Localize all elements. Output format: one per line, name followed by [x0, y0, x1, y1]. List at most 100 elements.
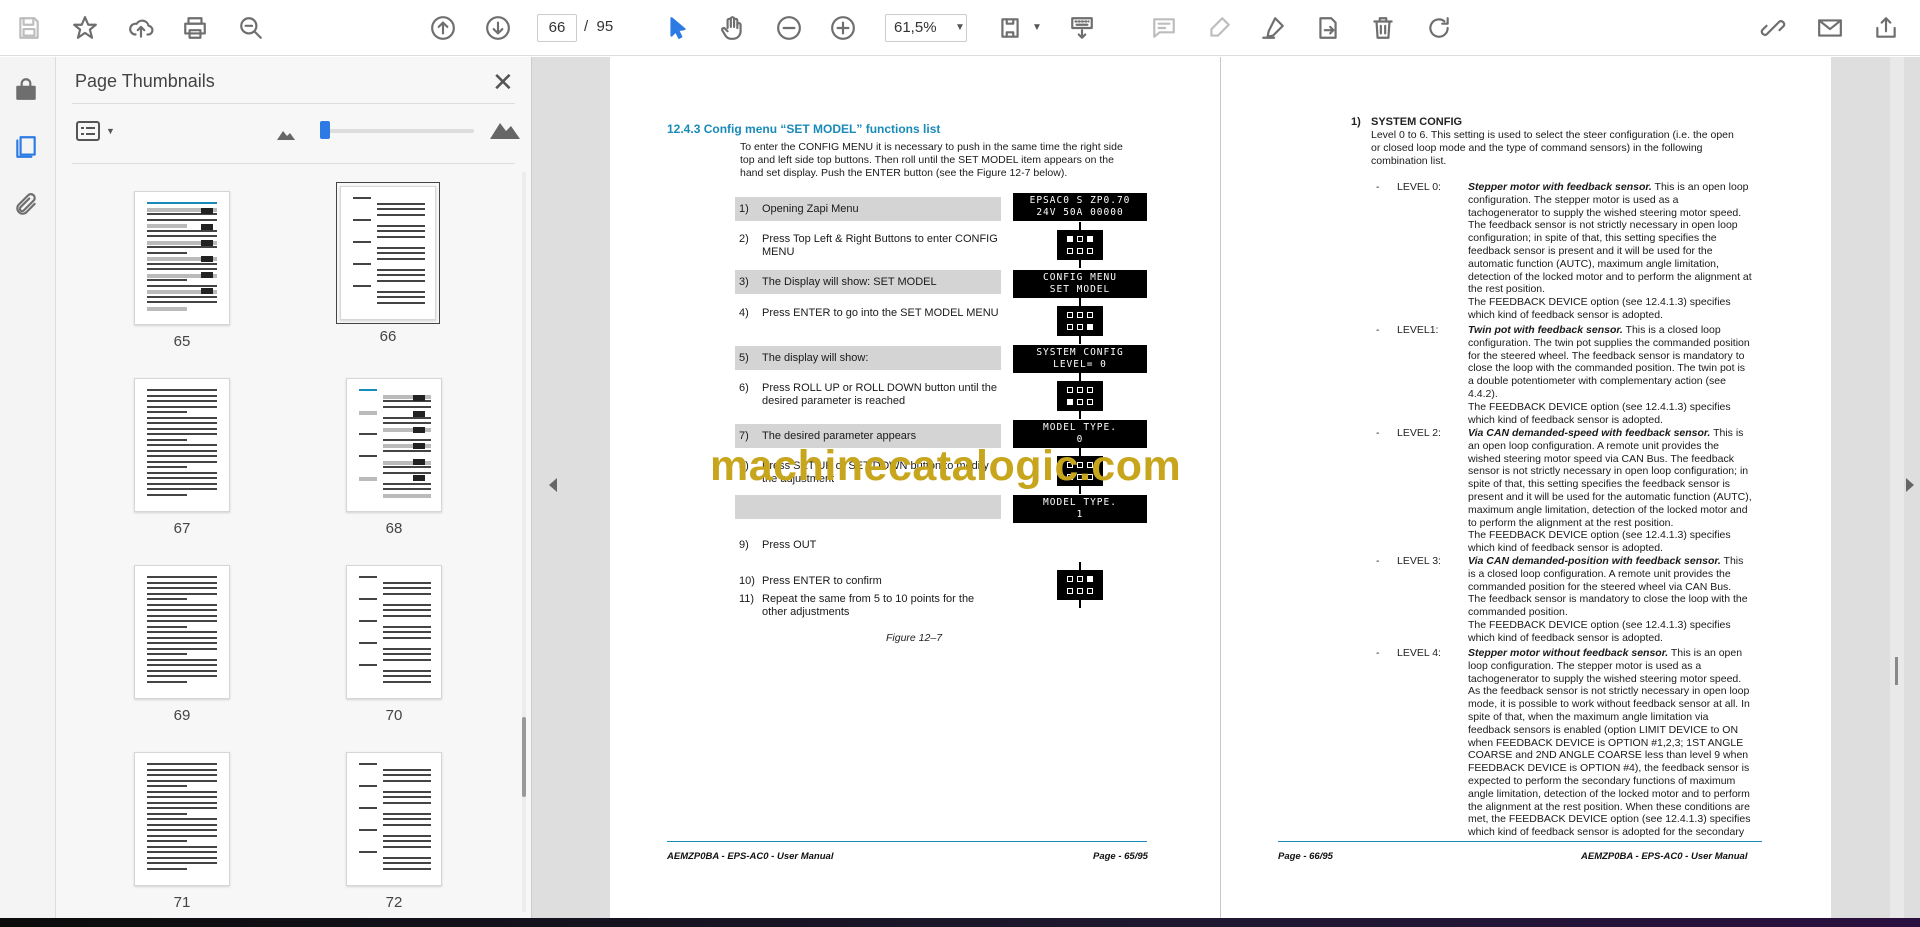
- thumbnail-line: [377, 213, 425, 216]
- lcd-line-2: SET MODEL: [1049, 284, 1111, 295]
- thumbnail-line: [147, 433, 217, 435]
- footer-right-right: AEMZP0BA - EPS-AC0 - User Manual: [1581, 851, 1748, 862]
- lcd-line-1: MODEL TYPE.: [1043, 422, 1117, 433]
- prev-page-arrow-icon[interactable]: [549, 478, 557, 492]
- level-line: mode, it is possible to work without fee…: [1468, 698, 1750, 711]
- thumbnail-options-menu[interactable]: ▼: [76, 119, 120, 143]
- level-line: configuration. The twin pot supplies the…: [1468, 336, 1750, 349]
- intro-line: top and left side top buttons. Then roll…: [740, 153, 1114, 166]
- thumbnail-line: [377, 257, 425, 260]
- panel-scrollbar[interactable]: [522, 172, 526, 912]
- thumbnail-line: [147, 279, 187, 281]
- fit-page-icon[interactable]: [995, 14, 1025, 42]
- share-link-icon[interactable]: [1758, 14, 1788, 42]
- upload-cloud-icon[interactable]: [126, 14, 156, 42]
- thumbnail-page[interactable]: [134, 752, 230, 886]
- print-icon[interactable]: [180, 14, 210, 42]
- thumbnail-page[interactable]: [134, 191, 230, 325]
- level-line: when FEEDBACK DEVICE is OPTION #1,2,3; 1…: [1468, 736, 1744, 749]
- page-up-icon[interactable]: [428, 14, 458, 42]
- section-number: 1): [1351, 116, 1361, 128]
- step-row: 9) Press OUT: [735, 539, 1001, 552]
- sign-pen-icon[interactable]: [1258, 14, 1288, 42]
- section-intro-line: or closed loop mode and the type of comm…: [1371, 141, 1703, 154]
- mail-icon[interactable]: [1815, 14, 1845, 42]
- level-title: Stepper motor without feedback sensor.: [1468, 647, 1669, 659]
- step-number: 6): [739, 382, 749, 394]
- thumbnail-size-slider[interactable]: [320, 121, 474, 139]
- zoom-out-icon[interactable]: [774, 14, 804, 42]
- level-line: which kind of feedback sensor is adopted…: [1468, 826, 1745, 839]
- document-scrollbar[interactable]: [1890, 57, 1904, 918]
- lcd-line-1: MODEL TYPE.: [1043, 497, 1117, 508]
- lock-icon[interactable]: [11, 75, 41, 103]
- document-scrollbar-thumb[interactable]: [1895, 657, 1898, 685]
- attachment-paperclip-icon[interactable]: [11, 191, 41, 219]
- page-thumbnails-icon[interactable]: [11, 133, 41, 161]
- thumb-size-large-icon[interactable]: [490, 119, 520, 144]
- thumbnail-line: [147, 834, 217, 837]
- thumbnail-line: [383, 471, 431, 474]
- save-icon[interactable]: [14, 14, 44, 42]
- level-label: - LEVEL 4:: [1376, 647, 1441, 659]
- keypad-diagram: [1057, 381, 1103, 411]
- section-intro: Level 0 to 6. This setting is used to se…: [1371, 129, 1781, 167]
- thumbnail-line: [147, 592, 217, 595]
- step-number: 5): [739, 352, 749, 364]
- thumbnail-page[interactable]: [134, 565, 230, 699]
- lcd-line-2: 24V 50A 00000: [1036, 207, 1124, 218]
- page-down-icon[interactable]: [483, 14, 513, 42]
- highlight-pen-icon[interactable]: [1204, 14, 1234, 42]
- delete-trash-icon[interactable]: [1368, 14, 1398, 42]
- thumbnail-line: [383, 587, 431, 589]
- thumbnail-page[interactable]: [346, 378, 442, 512]
- keypad-button: [1087, 236, 1093, 242]
- thumbnail-line: [383, 669, 431, 672]
- thumb-size-small-icon[interactable]: [277, 127, 295, 145]
- rotate-redo-icon[interactable]: [1424, 14, 1454, 42]
- next-page-arrow-icon[interactable]: [1906, 478, 1914, 492]
- level-title: Twin pot with feedback sensor.: [1468, 324, 1623, 336]
- slider-handle[interactable]: [320, 121, 330, 139]
- thumbnail-line: [377, 274, 425, 276]
- share-export-icon[interactable]: [1871, 14, 1901, 42]
- hand-tool-icon[interactable]: [718, 14, 748, 42]
- thumbnail-line: [383, 614, 431, 617]
- select-cursor-icon[interactable]: [663, 14, 693, 42]
- level-line: This is: [1710, 427, 1744, 439]
- keypad-button: [1077, 399, 1083, 405]
- level-line: The feedback sensor is mandatory to clos…: [1468, 593, 1748, 606]
- level-line: COARSE and 2ND ANGLE COARSE less than le…: [1468, 749, 1749, 762]
- fit-chevron-down-icon[interactable]: ▼: [1032, 22, 1042, 33]
- thumbnail-page[interactable]: [346, 565, 442, 699]
- comment-icon[interactable]: [1149, 14, 1179, 42]
- close-panel-icon[interactable]: ✕: [492, 67, 514, 98]
- zoom-search-icon[interactable]: [236, 14, 266, 42]
- thumbnail-label: 70: [385, 707, 403, 724]
- thumbnail-line: [383, 834, 431, 837]
- bookmark-star-icon[interactable]: [70, 14, 100, 42]
- thumbnail-page[interactable]: [346, 752, 442, 886]
- thumbnail-line: [359, 664, 377, 666]
- thumbnail-line: [147, 202, 217, 204]
- keypad-button: [1067, 588, 1073, 594]
- level-description: Stepper motor with feedback sensor. This…: [1468, 181, 1774, 322]
- thumbnail-line: [377, 235, 425, 238]
- keypad-diagram: [1057, 570, 1103, 600]
- zoom-chevron-down-icon[interactable]: ▼: [955, 22, 965, 33]
- thumbnail-line: [383, 796, 431, 798]
- thumbnail-line: [383, 449, 431, 452]
- thumbnail-label: 71: [173, 894, 191, 911]
- keyboard-scroll-icon[interactable]: [1067, 14, 1097, 42]
- thumbnail-line: [377, 301, 425, 304]
- panel-scrollbar-thumb[interactable]: [522, 717, 526, 797]
- zoom-in-icon[interactable]: [828, 14, 858, 42]
- thumbnail-page[interactable]: [134, 378, 230, 512]
- export-doc-icon[interactable]: [1313, 14, 1343, 42]
- thumbnail-line: [383, 625, 431, 628]
- thumbnail-line: [147, 598, 187, 600]
- keypad-button: [1077, 588, 1083, 594]
- thumbnail-page[interactable]: [336, 182, 440, 324]
- figure-caption: Figure 12–7: [886, 632, 943, 644]
- page-number-input[interactable]: 66: [537, 14, 577, 42]
